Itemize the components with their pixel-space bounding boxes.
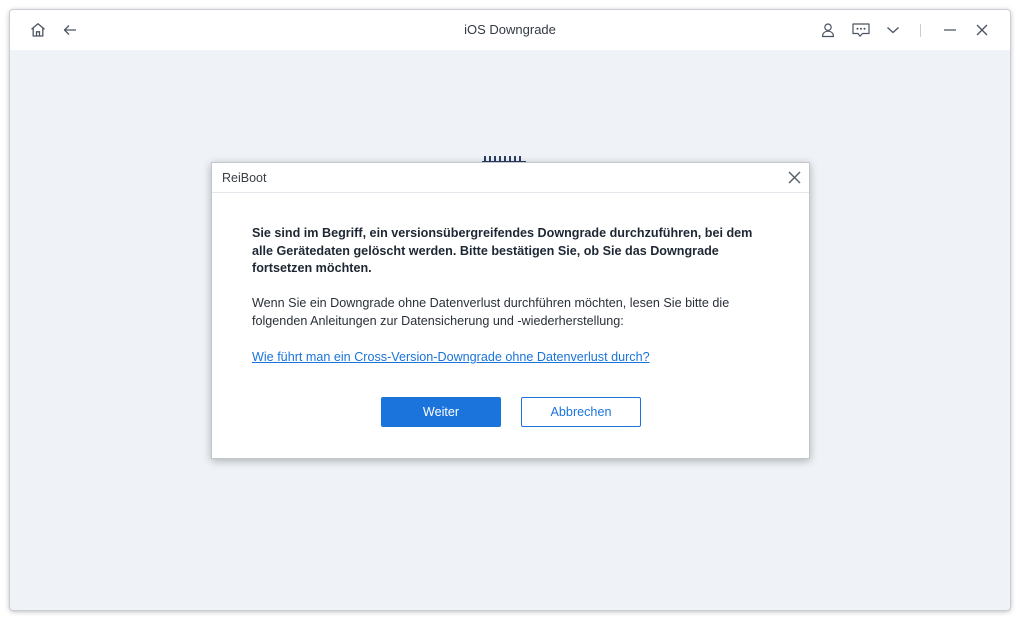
cross-version-downgrade-help-link[interactable]: Wie führt man ein Cross-Version-Downgrad… <box>252 350 650 364</box>
chevron-down-icon[interactable] <box>883 20 903 40</box>
info-message: Wenn Sie ein Downgrade ohne Datenverlust… <box>252 296 730 328</box>
cancel-button[interactable]: Abbrechen <box>521 397 641 427</box>
close-icon[interactable] <box>972 20 992 40</box>
dialog-title: ReiBoot <box>222 171 267 185</box>
dialog-close-icon[interactable] <box>786 169 803 186</box>
warning-message: Sie sind im Begriff, ein versionsübergre… <box>252 226 753 275</box>
dialog-header: ReiBoot <box>212 163 809 193</box>
user-icon[interactable] <box>818 20 838 40</box>
continue-button[interactable]: Weiter <box>381 397 501 427</box>
minimize-icon[interactable] <box>940 20 960 40</box>
dialog-body: Sie sind im Begriff, ein versionsübergre… <box>252 225 772 364</box>
titlebar-separator <box>920 24 921 37</box>
feedback-icon[interactable] <box>851 20 871 40</box>
titlebar: iOS Downgrade <box>10 10 1010 50</box>
confirm-downgrade-dialog: ReiBoot Sie sind im Begriff, ein version… <box>211 162 810 459</box>
